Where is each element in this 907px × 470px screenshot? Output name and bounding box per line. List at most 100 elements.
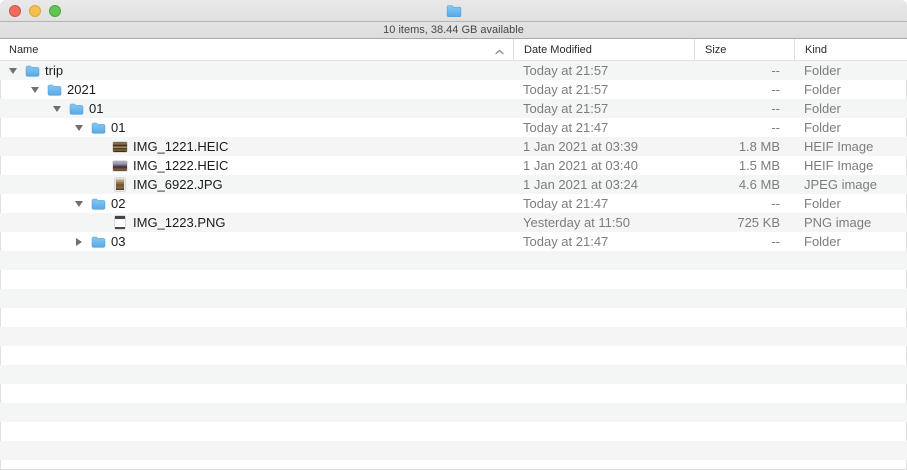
name-cell: 03 — [0, 232, 513, 251]
file-size: -- — [694, 63, 794, 78]
file-row[interactable]: 03 Today at 21:47--Folder — [0, 232, 907, 251]
name-cell: 01 — [0, 99, 513, 118]
name-cell: IMG_1222.HEIC — [0, 156, 513, 175]
file-row[interactable]: 2021 Today at 21:57--Folder — [0, 80, 907, 99]
name-cell: 2021 — [0, 80, 513, 99]
file-kind: PNG image — [794, 215, 907, 230]
file-size: 4.6 MB — [694, 177, 794, 192]
name-cell: 01 — [0, 118, 513, 137]
file-kind: Folder — [794, 82, 907, 97]
file-size: -- — [694, 101, 794, 116]
file-name: IMG_1222.HEIC — [133, 158, 228, 173]
date-modified: Yesterday at 11:50 — [513, 215, 694, 230]
file-kind: HEIF Image — [794, 158, 907, 173]
empty-row — [0, 403, 907, 422]
empty-row — [0, 289, 907, 308]
date-modified: Today at 21:57 — [513, 63, 694, 78]
zoom-button[interactable] — [49, 5, 61, 17]
empty-row — [0, 365, 907, 384]
empty-row — [0, 251, 907, 270]
file-row[interactable]: 02 Today at 21:47--Folder — [0, 194, 907, 213]
date-modified: Today at 21:57 — [513, 82, 694, 97]
file-size: 1.5 MB — [694, 158, 794, 173]
name-cell: IMG_6922.JPG — [0, 175, 513, 194]
disclosure-triangle-icon[interactable] — [74, 118, 84, 137]
file-name: 01 — [111, 120, 125, 135]
photo-thumbnail-icon — [112, 139, 128, 155]
column-header-size[interactable]: Size — [694, 39, 794, 60]
column-header-row: Name Date Modified Size Kind — [0, 39, 907, 61]
disclosure-triangle-icon[interactable] — [74, 194, 84, 213]
file-row[interactable]: IMG_1221.HEIC1 Jan 2021 at 03:391.8 MBHE… — [0, 137, 907, 156]
finder-window: 10 items, 38.44 GB available Name Date M… — [0, 0, 907, 470]
column-header-date-modified[interactable]: Date Modified — [513, 39, 694, 60]
date-modified: Today at 21:47 — [513, 234, 694, 249]
status-bar: 10 items, 38.44 GB available — [0, 22, 907, 39]
disclosure-spacer — [96, 156, 106, 175]
date-modified: Today at 21:47 — [513, 196, 694, 211]
folder-icon — [68, 101, 84, 117]
file-name: 01 — [89, 101, 103, 116]
close-button[interactable] — [9, 5, 21, 17]
empty-row — [0, 422, 907, 441]
column-header-name[interactable]: Name — [0, 39, 513, 60]
file-name: IMG_1221.HEIC — [133, 139, 228, 154]
file-row[interactable]: IMG_1222.HEIC 1 Jan 2021 at 03:401.5 MBHE… — [0, 156, 907, 175]
file-kind: JPEG image — [794, 177, 907, 192]
empty-row — [0, 384, 907, 403]
date-modified: Today at 21:47 — [513, 120, 694, 135]
disclosure-triangle-icon[interactable] — [8, 61, 18, 80]
file-name: 03 — [111, 234, 125, 249]
photo-thumbnail-icon — [112, 215, 128, 231]
minimize-button[interactable] — [29, 5, 41, 17]
file-name: trip — [45, 63, 63, 78]
photo-thumbnail-icon — [112, 158, 128, 174]
disclosure-triangle-icon[interactable] — [74, 232, 84, 251]
folder-proxy-icon[interactable] — [446, 4, 462, 18]
name-cell: IMG_1223.PNG — [0, 213, 513, 232]
folder-icon — [90, 196, 106, 212]
disclosure-spacer — [96, 137, 106, 156]
file-list: tripToday at 21:57--Folder2021Today at 2… — [0, 61, 907, 470]
column-header-kind[interactable]: Kind — [794, 39, 907, 60]
file-row[interactable]: 01 Today at 21:57--Folder — [0, 99, 907, 118]
empty-row — [0, 460, 907, 470]
folder-icon — [24, 63, 40, 79]
name-cell: 02 — [0, 194, 513, 213]
empty-row — [0, 327, 907, 346]
file-row[interactable]: tripToday at 21:57--Folder — [0, 61, 907, 80]
file-row[interactable]: IMG_6922.JPG1 Jan 2021 at 03:244.6 MBJPE… — [0, 175, 907, 194]
folder-icon — [46, 82, 62, 98]
date-modified: 1 Jan 2021 at 03:24 — [513, 177, 694, 192]
folder-icon — [90, 120, 106, 136]
file-name: 02 — [111, 196, 125, 211]
file-kind: Folder — [794, 120, 907, 135]
file-name: IMG_1223.PNG — [133, 215, 226, 230]
file-name: 2021 — [67, 82, 96, 97]
disclosure-spacer — [96, 213, 106, 232]
empty-row — [0, 308, 907, 327]
file-size: -- — [694, 82, 794, 97]
empty-row — [0, 441, 907, 460]
file-kind: HEIF Image — [794, 139, 907, 154]
title-bar[interactable] — [0, 0, 907, 22]
disclosure-triangle-icon[interactable] — [52, 99, 62, 118]
file-size: 1.8 MB — [694, 139, 794, 154]
disclosure-triangle-icon[interactable] — [30, 80, 40, 99]
file-kind: Folder — [794, 234, 907, 249]
file-size: -- — [694, 120, 794, 135]
photo-thumbnail-icon — [112, 177, 128, 193]
date-modified: Today at 21:57 — [513, 101, 694, 116]
file-size: -- — [694, 234, 794, 249]
file-row[interactable]: 01 Today at 21:47--Folder — [0, 118, 907, 137]
file-kind: Folder — [794, 196, 907, 211]
name-cell: IMG_1221.HEIC — [0, 137, 513, 156]
file-row[interactable]: IMG_1223.PNGYesterday at 11:50725 KBPNG … — [0, 213, 907, 232]
disclosure-spacer — [96, 175, 106, 194]
date-modified: 1 Jan 2021 at 03:40 — [513, 158, 694, 173]
file-size: -- — [694, 196, 794, 211]
sort-ascending-icon — [495, 46, 504, 58]
file-kind: Folder — [794, 101, 907, 116]
status-text: 10 items, 38.44 GB available — [383, 24, 524, 36]
name-cell: trip — [0, 61, 513, 80]
